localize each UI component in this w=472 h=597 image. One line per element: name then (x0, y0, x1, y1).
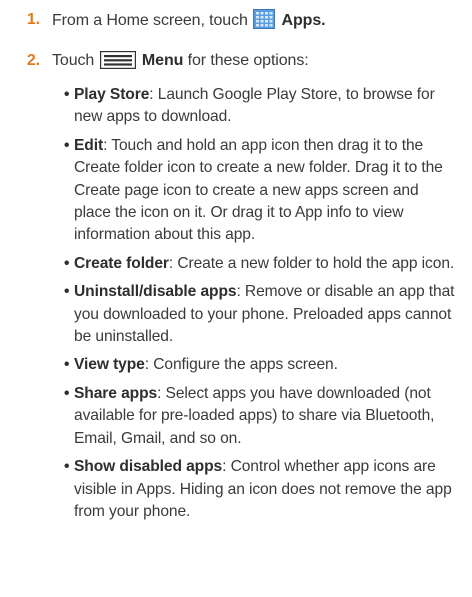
menu-icon (99, 51, 136, 76)
apps-grid-icon (253, 9, 276, 36)
option-desc: : Touch and hold an app icon then drag i… (74, 136, 443, 244)
option-term: Share apps (74, 384, 158, 402)
menu-label: Menu (141, 52, 184, 69)
bullet: • (64, 384, 70, 402)
option-term: Uninstall/disable apps (74, 283, 237, 301)
option-term: Create folder (74, 254, 169, 272)
list-item: • Play Store: Launch Google Play Store, … (64, 84, 458, 129)
step-suffix: . (321, 12, 326, 29)
step-2: 2. Touch Menu for these options: • Play … (8, 50, 458, 529)
step-number: 2. (26, 52, 40, 69)
list-item: • Uninstall/disable apps: Remove or disa… (64, 281, 458, 348)
step-number: 1. (26, 11, 40, 28)
bullet: • (64, 458, 70, 476)
step-text: Touch Menu for these options: • Play Sto… (52, 50, 458, 529)
step-prefix: From a Home screen, touch (52, 12, 248, 29)
list-item: • Share apps: Select apps you have downl… (64, 383, 458, 450)
option-term: Play Store (74, 86, 150, 103)
option-term: Edit (74, 136, 104, 154)
step-prefix: Touch (52, 52, 95, 69)
option-desc: : Create a new folder to hold the app ic… (168, 254, 455, 272)
instruction-page: 1. From a Home screen, touch Apps. 2. To… (0, 0, 472, 597)
step-suffix: for these options: (183, 52, 309, 69)
bullet: • (64, 136, 70, 154)
option-desc: : Configure the apps screen. (144, 356, 338, 374)
bullet: • (64, 86, 70, 103)
bullet: • (64, 283, 70, 301)
apps-label: Apps (281, 12, 322, 29)
list-item: • Show disabled apps: Control whether ap… (64, 456, 458, 523)
options-list: • Play Store: Launch Google Play Store, … (8, 84, 458, 523)
step-text: From a Home screen, touch Apps. (52, 9, 458, 36)
bullet: • (64, 254, 70, 272)
list-item: • Create folder: Create a new folder to … (64, 253, 458, 275)
option-term: Show disabled apps (74, 458, 223, 476)
list-item: • Edit: Touch and hold an app icon then … (64, 135, 458, 247)
list-item: • View type: Configure the apps screen. (64, 354, 458, 376)
bullet: • (64, 356, 70, 374)
step-1: 1. From a Home screen, touch Apps. (8, 9, 458, 36)
option-term: View type (74, 356, 145, 374)
